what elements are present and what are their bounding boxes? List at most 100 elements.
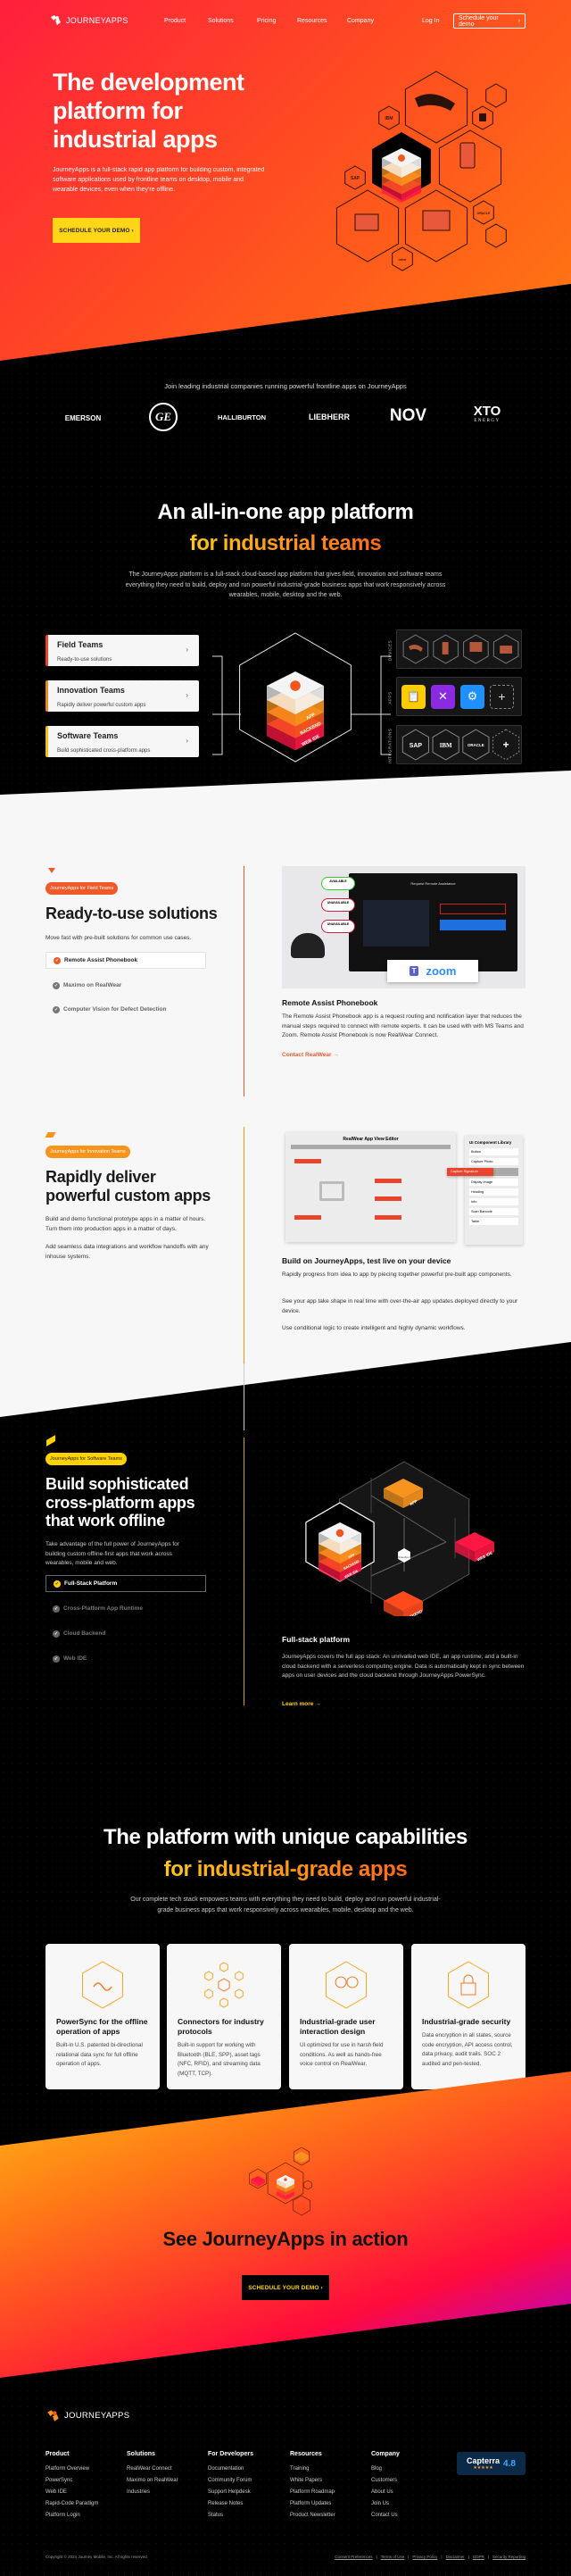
app-view-editor: RealWear App View Editor (286, 1132, 456, 1242)
hardhat-icon (291, 933, 325, 958)
hero-title: The development platform for industrial … (53, 68, 244, 154)
footer-link[interactable]: Support Helpdesk (208, 2487, 253, 2498)
software-teams-card[interactable]: Software Teams Build sophisticated cross-… (46, 726, 199, 757)
component-item: Button (469, 1148, 518, 1155)
card-title: Industrial-grade security (422, 2017, 511, 2026)
footer-link[interactable]: Join Us (371, 2498, 400, 2510)
full-stack-diagram: APPBACKENDWEB IDE APP WEB IDE BACKEND Po… (305, 1461, 494, 1616)
teams-section-background (0, 771, 571, 1417)
card-text: Built-in U.S. patented bi-directional re… (56, 2042, 143, 2067)
ms-teams-icon: T (409, 966, 419, 976)
legal-link[interactable]: Disclaimer (446, 2555, 465, 2559)
nav-resources[interactable]: Resources (297, 18, 327, 24)
nav-product[interactable]: Product (164, 18, 186, 24)
hex-hololens (404, 71, 468, 144)
footer-link[interactable]: Status (208, 2510, 253, 2522)
legal-link[interactable]: Security Reporting (492, 2555, 525, 2559)
button-label: SCHEDULE YOUR DEMO (59, 227, 130, 234)
footer-link[interactable]: Release Notes (208, 2498, 253, 2510)
brand-logo[interactable]: JOURNEYAPPS (49, 14, 128, 26)
footer-link[interactable]: Platform Overview (46, 2463, 98, 2475)
hololens-device-icon (415, 94, 455, 111)
apps-label: APPS (387, 691, 393, 704)
clients-caption: Join leading industrial companies runnin… (164, 382, 407, 390)
chevron-right-icon: › (186, 737, 188, 745)
detail-title: Full-stack platform (282, 1635, 351, 1644)
lock-icon (448, 1961, 489, 2009)
card-subtitle: Ready-to-use solutions (57, 657, 112, 663)
item-label: Web IDE (63, 1655, 87, 1662)
chevron-right-icon: › (320, 2284, 323, 2291)
footer-link[interactable]: Blog (371, 2463, 400, 2475)
footer-link[interactable]: Product Newsletter (290, 2510, 335, 2522)
footer-link[interactable]: Contact Us (371, 2510, 400, 2522)
nav-solutions[interactable]: Solutions (208, 18, 234, 24)
schedule-demo-nav-button[interactable]: Schedule your demo › (453, 13, 525, 29)
solution-maximo[interactable]: ✓ Maximo on RealWear (46, 977, 206, 994)
feature-app-runtime[interactable]: ✓ Cross-Platform App Runtime (46, 1600, 206, 1617)
software-teams-pill: JourneyApps for Software Teams (46, 1453, 127, 1465)
feature-cloud-backend[interactable]: ✓ Cloud Backend (46, 1625, 206, 1642)
schedule-demo-cta-button[interactable]: SCHEDULE YOUR DEMO › (242, 2275, 329, 2300)
legal-link[interactable]: Terms of Use (381, 2555, 405, 2559)
footer-link[interactable]: Maximo on RealWear (127, 2475, 178, 2487)
nav-company[interactable]: Company (347, 18, 374, 24)
schedule-demo-hero-button[interactable]: SCHEDULE YOUR DEMO › (53, 218, 140, 243)
feature-full-stack[interactable]: ✓ Full-Stack Platform (46, 1575, 206, 1592)
hero-hexagon-illustration: IBM SAP ORACLE infor (335, 71, 507, 271)
capterra-badge[interactable]: Capterra ★★★★★ 4.8 (457, 2452, 525, 2475)
footer-link[interactable]: Customers (371, 2475, 400, 2487)
emerson-logo: EMERSON (64, 413, 102, 422)
footer-link[interactable]: About Us (371, 2487, 400, 2498)
footer-link[interactable]: Web IDE (46, 2487, 98, 2498)
legal-link[interactable]: GDPR (473, 2555, 484, 2559)
connectors-icon (204, 1962, 244, 2008)
legal-link[interactable]: Privacy Policy (412, 2555, 437, 2559)
footer-link[interactable]: Platform Roadmap (290, 2487, 335, 2498)
app-backend-webide-stack: APPBACKENDWEB IDE (267, 671, 324, 751)
capability-card: Industrial-grade user interaction design… (289, 1944, 403, 2089)
library-title: UI Component Library (469, 1140, 512, 1145)
platform-stack-diagram: APPBACKENDWEB IDE (212, 632, 391, 763)
login-link[interactable]: Log In (422, 18, 439, 24)
footer-link[interactable]: Community Forum (208, 2475, 253, 2487)
component-chip (294, 1215, 321, 1220)
platform-title: An all-in-one app platform (157, 500, 414, 524)
innovation-teams-card[interactable]: Innovation Teams Rapidly deliver powerful… (46, 680, 199, 712)
footer-link[interactable]: Training (290, 2463, 335, 2475)
footer-link[interactable]: Platform Updates (290, 2498, 335, 2510)
footer-link[interactable]: Industries (127, 2487, 178, 2498)
legal-link[interactable]: Consent Preferences (335, 2555, 372, 2559)
platform-title-accent-wrap: for industrial teams (0, 531, 571, 556)
capability-card: Industrial-grade security Data encryption… (411, 1944, 525, 2089)
learn-more-link[interactable]: Learn more → (282, 1701, 321, 1707)
chevron-right-icon: › (186, 691, 188, 699)
remote-assist-screenshot: Request Remote Assistance AVAILABLE UNAV… (282, 866, 525, 988)
oracle-logo: ORACLE (468, 743, 484, 747)
footer-link[interactable]: PowerSync (46, 2475, 98, 2487)
component-item: Heading (469, 1188, 518, 1196)
infor-logo: infor (399, 257, 407, 262)
energy-text: ENERGY (474, 419, 501, 423)
footer-link[interactable]: White Papers (290, 2475, 335, 2487)
innovation-title: Rapidly deliver powerful custom apps (46, 1168, 211, 1205)
cta-cubes-illustration (249, 2147, 312, 2216)
nav-pricing[interactable]: Pricing (257, 18, 276, 24)
footer-logo[interactable]: JOURNEYAPPS (46, 2409, 129, 2422)
card-title: PowerSync for the offline operation of a… (56, 2017, 148, 2036)
feature-web-ide[interactable]: ✓ Web IDE (46, 1650, 206, 1667)
component-item: Display Image (469, 1179, 518, 1186)
windows-logo (479, 113, 486, 121)
footer-link[interactable]: Platform Login (46, 2510, 98, 2522)
footer-link[interactable]: Rapid-Code Paradigm (46, 2498, 98, 2510)
solution-remote-assist[interactable]: ✓ Remote Assist Phonebook (46, 952, 206, 969)
oracle-logo: ORACLE (477, 212, 491, 215)
solution-computer-vision[interactable]: ✓ Computer Vision for Defect Detection (46, 1001, 206, 1018)
footer-link[interactable]: RealWear Connect (127, 2463, 178, 2475)
footer-link[interactable]: Documentation (208, 2463, 253, 2475)
capabilities-title-accent: for industrial-grade apps (163, 1857, 408, 1881)
liebherr-logo: LIEBHERR (308, 413, 350, 421)
field-teams-card[interactable]: Field Teams Ready-to-use solutions › (46, 635, 199, 666)
contact-realwear-link[interactable]: Contact RealWear → (282, 1052, 339, 1058)
card-text: Built-in support for working with Blueto… (178, 2042, 261, 2077)
